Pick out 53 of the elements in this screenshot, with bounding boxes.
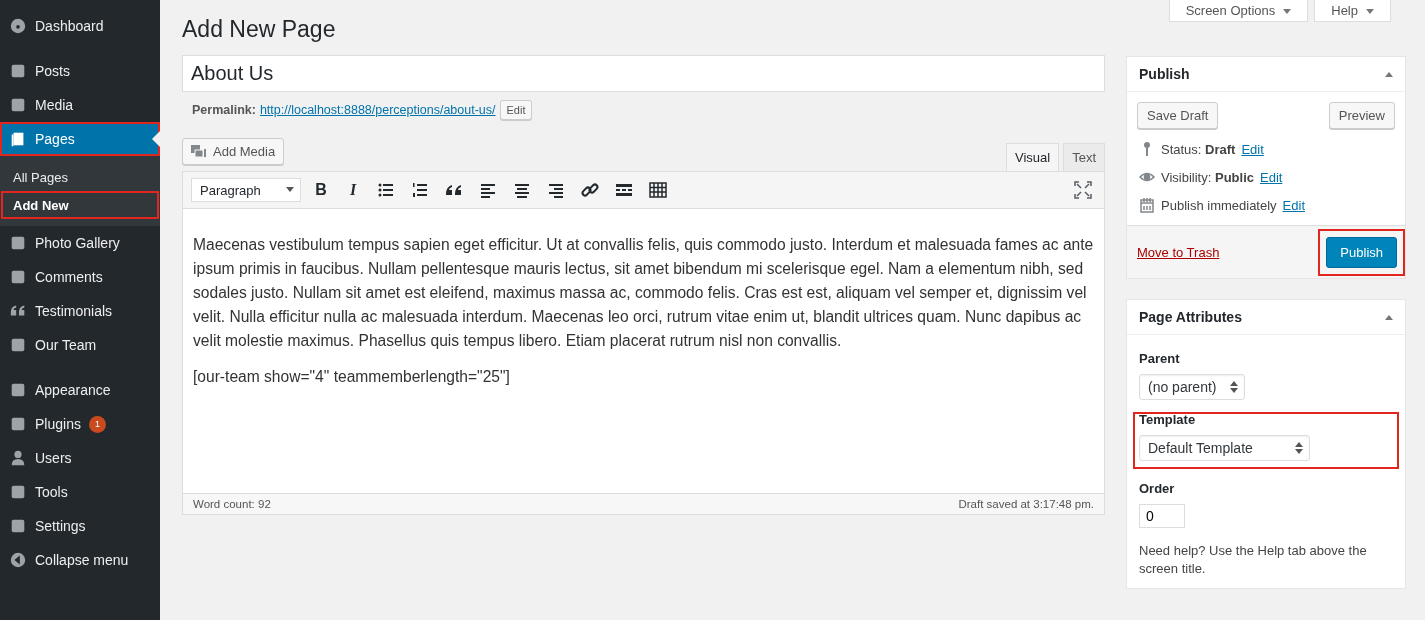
sidebar-item[interactable]: Pages: [0, 122, 160, 156]
add-media-button[interactable]: Add Media: [182, 138, 285, 165]
word-count: Word count: 92: [193, 498, 271, 510]
format-button[interactable]: I: [341, 180, 365, 200]
publish-setting: Publish immediately: [1161, 197, 1277, 213]
sidebar-item[interactable]: Settings: [0, 509, 160, 543]
format-button[interactable]: B: [309, 180, 333, 200]
order-field[interactable]: 0: [1139, 504, 1185, 528]
permalink-link[interactable]: http://localhost:8888/perceptions/about-us/: [259, 103, 496, 117]
format-select[interactable]: Paragraph: [191, 178, 301, 202]
move-to-trash-link[interactable]: Move to Trash: [1137, 244, 1220, 260]
submenu-item[interactable]: Add New: [1, 191, 159, 219]
publish-button[interactable]: Publish: [1326, 236, 1397, 268]
field-label: Parent: [1139, 351, 1181, 366]
sidebar-item[interactable]: Dashboard: [0, 9, 160, 43]
edit-link[interactable]: Edit: [1282, 197, 1305, 213]
preview-button[interactable]: Preview: [1328, 102, 1395, 129]
autosave-status: Draft saved at 3:17:48 pm.: [958, 498, 1094, 510]
dropdown-tab-button[interactable]: Screen Options: [1168, 0, 1309, 22]
help-text: Need help? Use the Help tab above the screen title.: [1139, 542, 1368, 578]
publish-setting: Visibility: Public: [1161, 169, 1254, 185]
sidebar-item[interactable]: Collapse menu: [0, 543, 160, 577]
page-title: Add New Page: [182, 15, 337, 44]
sidebar-item[interactable]: Comments: [0, 260, 160, 294]
publish-setting: Status: Draft: [1161, 141, 1236, 157]
template-select[interactable]: Default Template: [1139, 435, 1310, 461]
title-field[interactable]: About Us: [182, 55, 1105, 92]
sidebar-item[interactable]: Our Team: [0, 328, 160, 362]
parent-select[interactable]: (no parent): [1139, 374, 1246, 400]
editor-tab[interactable]: Visual: [1005, 143, 1060, 171]
submenu-item[interactable]: All Pages: [1, 163, 159, 191]
sidebar-item[interactable]: Posts: [0, 54, 160, 88]
sidebar-item[interactable]: Plugins 1: [0, 407, 160, 441]
editor-tab[interactable]: Text: [1063, 143, 1105, 171]
dropdown-tab-button[interactable]: Help: [1314, 0, 1391, 22]
sidebar-item[interactable]: Users: [0, 441, 160, 475]
sidebar-item[interactable]: Testimonials: [0, 294, 160, 328]
permalink-label: Permalink:: [192, 103, 256, 117]
content-paragraph: Maecenas vestibulum tempus sapien eget efficitur. Ut at convallis felis, quis commodo justo. Interdum et malesuada fames ac ante ipsum primis in faucibus. Nullam pellentesque mauris lectus, sit amet bibendum mi scelerisque egel. Nam a elementum nibh, sed sodales justo. Nullam sit amet est eleifend, maximus massa ac, commodo felis. Cras est est, aliquam vel semper et, dignissim vel velit. Nulla efficitur nulla ac malesuada interdum. Maecenas leo orci, rutrum vitae enim ut, blandit ultrices quam. Nunc dapibus ac velit molestie maximus. Phasellus quis tempus libero. Etiam placerat rutrum nisl non convallis.: [193, 235, 1094, 351]
field-label: Order: [1139, 481, 1176, 496]
sidebar-item[interactable]: Appearance: [0, 373, 160, 407]
sidebar-item[interactable]: Media: [0, 88, 160, 122]
field-label: Template: [1139, 412, 1197, 427]
panel-title: Publish: [1139, 66, 1190, 82]
sidebar-item[interactable]: Photo Gallery: [0, 226, 160, 260]
sidebar-item[interactable]: Tools: [0, 475, 160, 509]
save-draft-button[interactable]: Save Draft: [1137, 102, 1219, 129]
panel-title: Page Attributes: [1139, 309, 1242, 325]
update-count-badge: 1: [88, 415, 106, 433]
edit-button[interactable]: Edit: [499, 100, 533, 120]
edit-link[interactable]: Edit: [1260, 169, 1283, 185]
content-paragraph: [our-team show="4" teammemberlength="25"]: [193, 367, 511, 387]
edit-link[interactable]: Edit: [1241, 141, 1264, 157]
